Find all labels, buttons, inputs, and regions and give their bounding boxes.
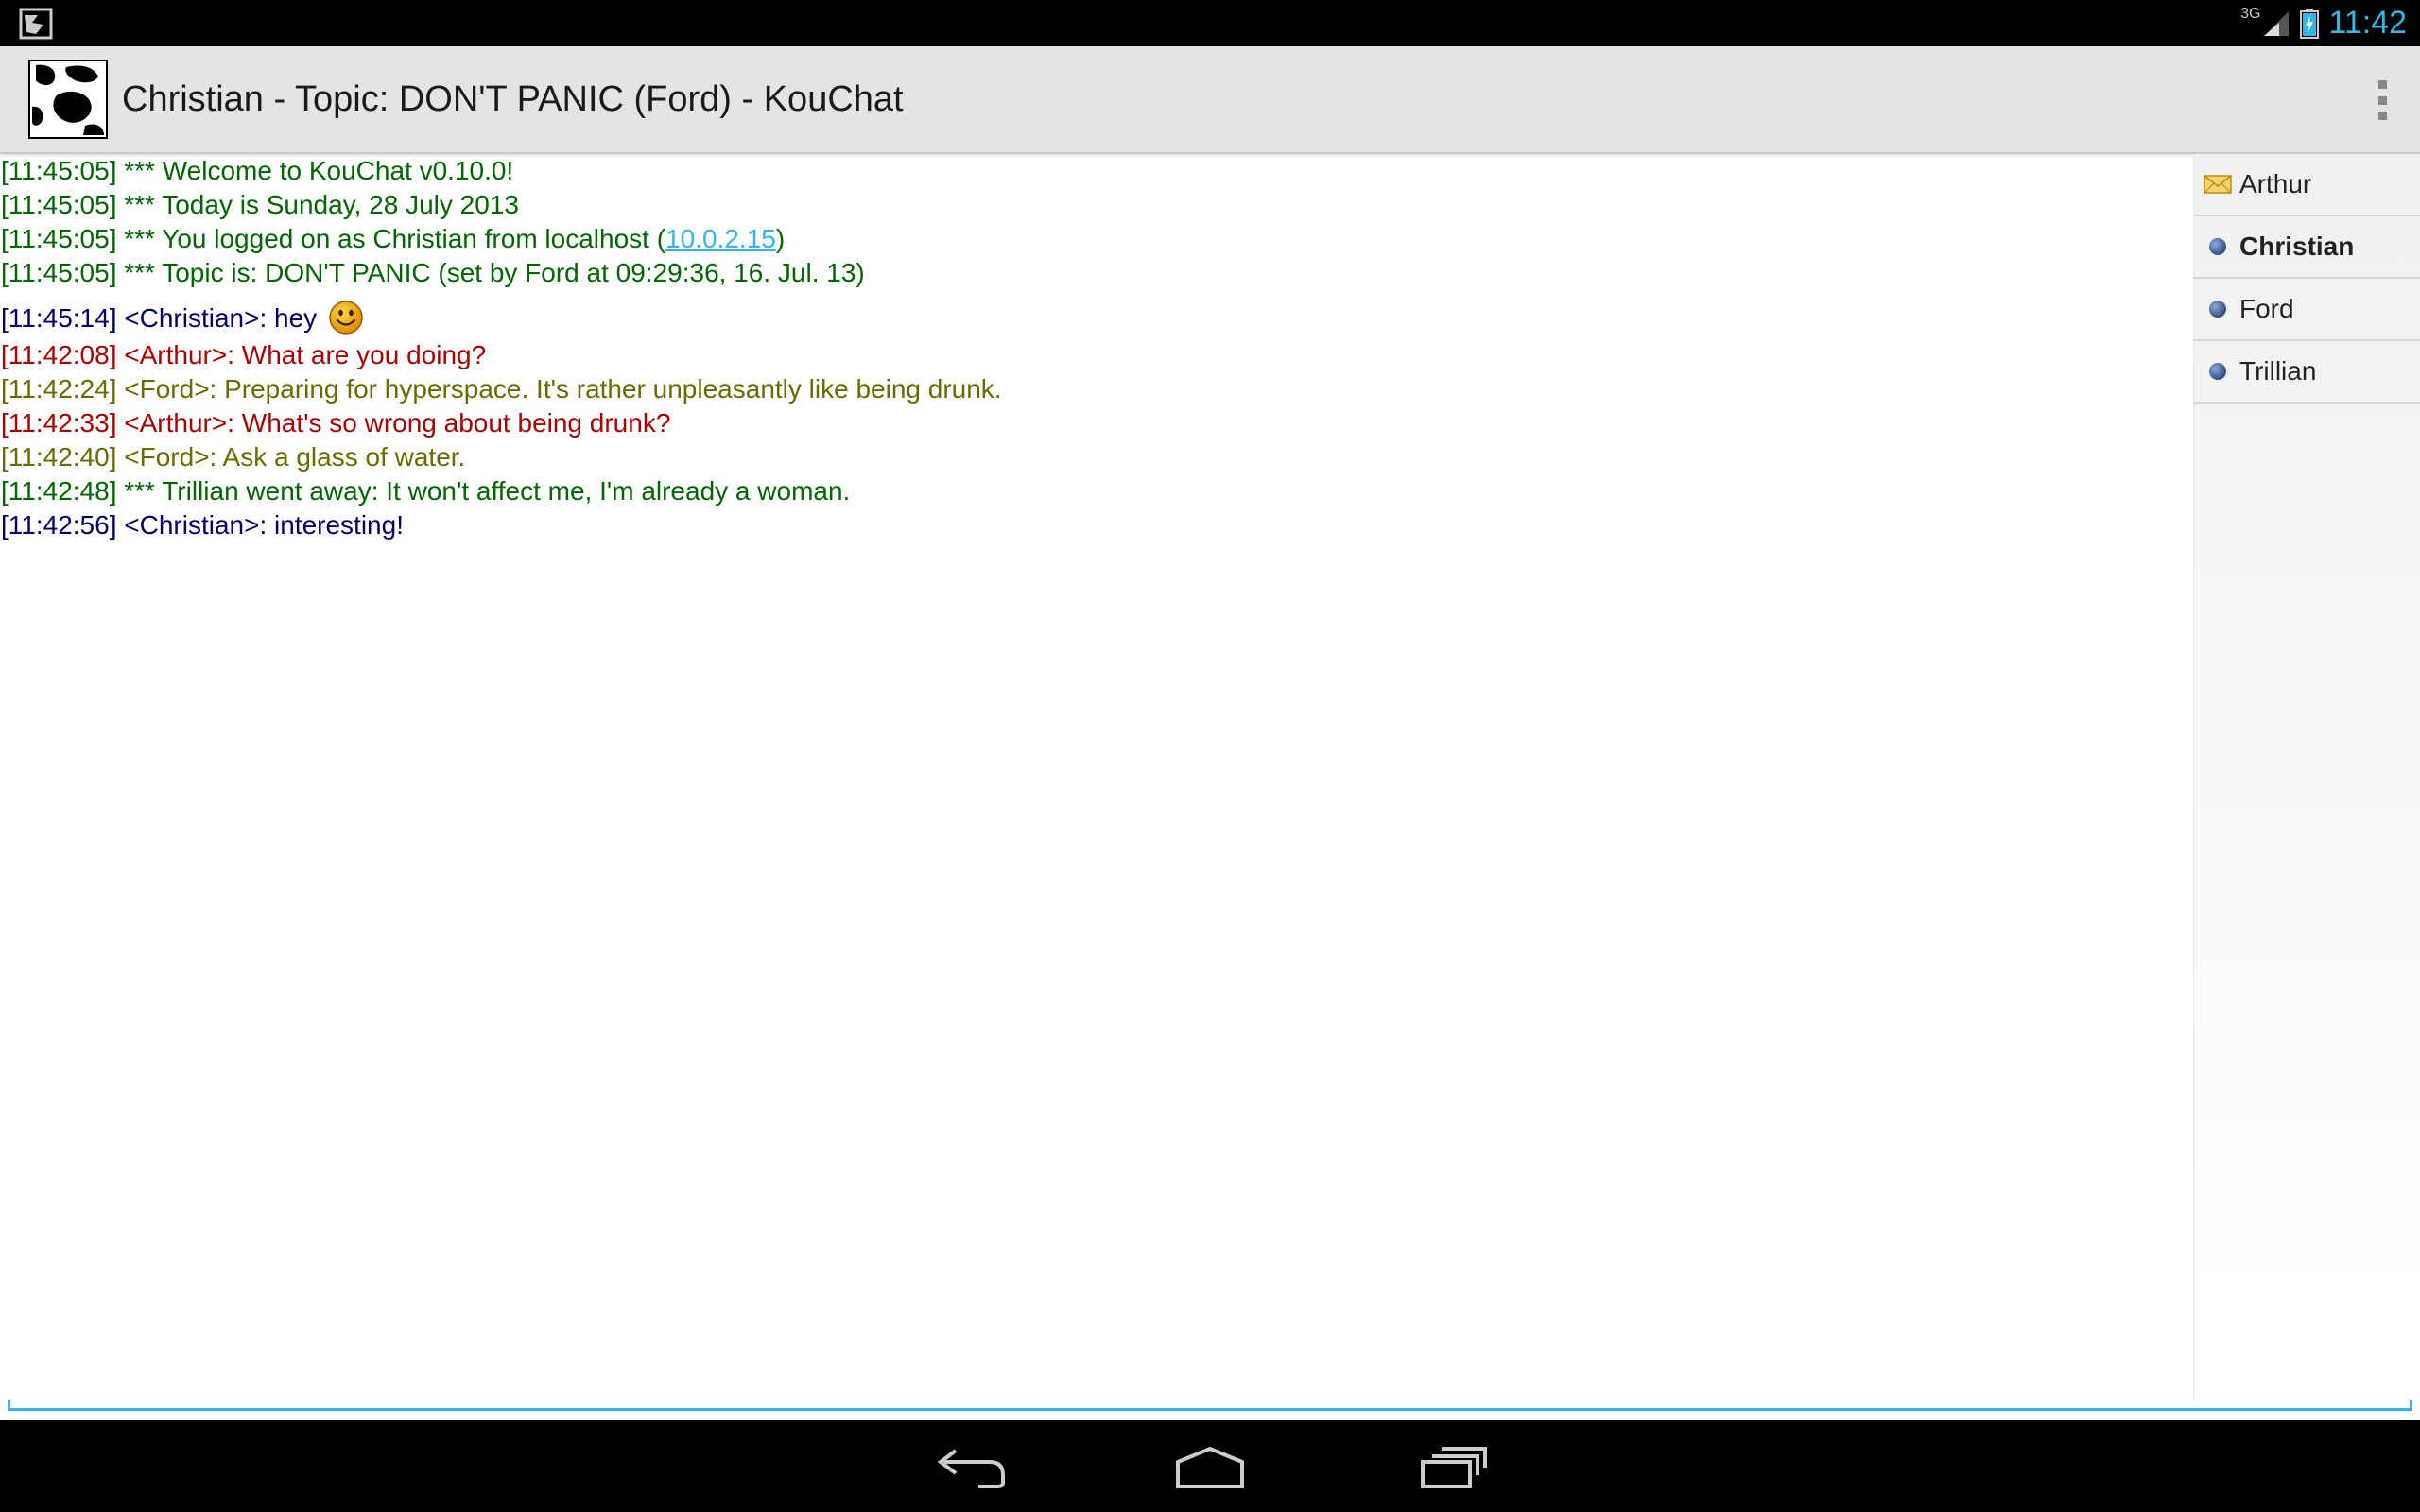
message-time: [11:42:24]: [1, 373, 117, 404]
chat-message: [11:45:05] *** Today is Sunday, 28 July …: [0, 188, 2191, 222]
menu-dot: [2377, 80, 2387, 89]
recent-apps-button[interactable]: [1404, 1437, 1498, 1496]
message-text: <Arthur>: What's so wrong about being dr…: [124, 407, 671, 438]
window-title: Christian - Topic: DON'T PANIC (Ford) - …: [122, 79, 904, 119]
ip-address-link[interactable]: 10.0.2.15: [666, 224, 776, 253]
chat-message: [11:42:33] <Arthur>: What's so wrong abo…: [0, 406, 2191, 440]
message-time: [11:42:48]: [1, 475, 117, 506]
status-bar: 3G 11:42: [0, 0, 2420, 46]
navigation-bar: [0, 1420, 2420, 1512]
user-list-item-trillian[interactable]: Trillian: [2194, 341, 2420, 404]
message-text: <Christian>: hey: [124, 303, 318, 333]
chat-message: [11:42:48] *** Trillian went away: It wo…: [0, 474, 2191, 508]
battery-icon: [2300, 8, 2320, 39]
user-name: Ford: [2239, 294, 2294, 323]
overflow-menu-icon[interactable]: [2363, 75, 2401, 126]
message-input-underline: [8, 1400, 2412, 1411]
chat-message: [11:45:14] <Christian>: hey: [0, 300, 2191, 338]
chat-message: [11:42:56] <Christian>: interesting!: [0, 508, 2191, 542]
message-time: [11:42:56]: [1, 509, 117, 540]
user-dot-icon: [2204, 361, 2232, 382]
message-text: *** Trillian went away: It won't affect …: [124, 475, 851, 506]
user-list: Arthur Christian Ford Trillian: [2193, 154, 2420, 1401]
menu-dot: [2377, 95, 2387, 105]
message-time: [11:42:08]: [1, 339, 117, 369]
message-time: [11:45:05]: [1, 190, 117, 219]
kouchat-logo-icon: [28, 60, 108, 139]
smiley-icon: [329, 300, 363, 335]
message-time: [11:42:33]: [1, 407, 117, 438]
message-time: [11:42:40]: [1, 441, 117, 472]
message-text: *** Today is Sunday, 28 July 2013: [124, 190, 519, 219]
message-text: *** You logged on as Christian from loca…: [124, 224, 666, 253]
status-clock: 11:42: [2328, 5, 2407, 41]
status-right: 3G 11:42: [2240, 0, 2407, 46]
action-bar: Christian - Topic: DON'T PANIC (Ford) - …: [0, 46, 2420, 154]
user-name: Arthur: [2239, 169, 2312, 198]
kouchat-notification-icon: [19, 8, 53, 40]
user-name: Trillian: [2239, 356, 2317, 386]
chat-message: [11:45:05] *** Welcome to KouChat v0.10.…: [0, 154, 2191, 188]
message-text: *** Topic is: DON'T PANIC (set by Ford a…: [124, 258, 865, 287]
message-time: [11:45:05]: [1, 224, 117, 253]
user-list-item-arthur[interactable]: Arthur: [2194, 154, 2420, 216]
chat-message: [11:45:05] *** Topic is: DON'T PANIC (se…: [0, 256, 2191, 290]
message-text: <Arthur>: What are you doing?: [124, 339, 487, 369]
chat-message: [11:42:40] <Ford>: Ask a glass of water.: [0, 440, 2191, 474]
message-text: <Ford>: Preparing for hyperspace. It's r…: [124, 373, 1002, 404]
message-text: *** Welcome to KouChat v0.10.0!: [124, 156, 514, 185]
home-button[interactable]: [1163, 1437, 1257, 1496]
user-dot-icon: [2204, 236, 2232, 257]
chat-message: [11:45:05] *** You logged on as Christia…: [0, 222, 2191, 256]
signal-icon: [2264, 10, 2290, 36]
chat-message: [11:42:08] <Arthur>: What are you doing?: [0, 338, 2191, 372]
message-time: [11:45:05]: [1, 258, 117, 287]
chat-message: [11:42:24] <Ford>: Preparing for hypersp…: [0, 372, 2191, 406]
message-input[interactable]: [9, 1361, 2405, 1406]
message-text: <Ford>: Ask a glass of water.: [124, 441, 466, 472]
network-type-label: 3G: [2240, 5, 2261, 22]
message-text-suffix: ): [775, 224, 786, 253]
user-dot-icon: [2204, 299, 2232, 319]
envelope-icon: [2204, 174, 2232, 195]
message-time: [11:45:05]: [1, 156, 117, 185]
user-list-item-ford[interactable]: Ford: [2194, 279, 2420, 341]
user-name: Christian: [2239, 232, 2355, 261]
back-button[interactable]: [922, 1437, 1016, 1496]
message-text: <Christian>: interesting!: [124, 509, 404, 540]
user-list-item-christian[interactable]: Christian: [2194, 216, 2420, 279]
message-time: [11:45:14]: [1, 303, 117, 333]
chat-log[interactable]: [11:45:05] *** Welcome to KouChat v0.10.…: [0, 154, 2191, 1401]
menu-dot: [2377, 112, 2387, 120]
